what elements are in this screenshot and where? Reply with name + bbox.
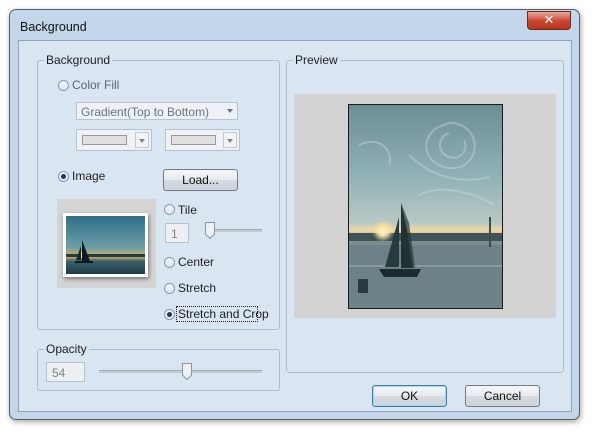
chevron-down-icon[interactable] (135, 132, 149, 148)
cancel-button[interactable]: Cancel (465, 385, 540, 407)
color-fill-radio[interactable] (58, 80, 69, 91)
sailboat-sunset-preview (349, 105, 502, 308)
center-radio[interactable] (164, 257, 175, 268)
preview-group-label: Preview (293, 53, 340, 67)
tile-radio[interactable] (164, 204, 175, 215)
stretch-radio[interactable] (164, 283, 175, 294)
background-group: Background (37, 53, 280, 330)
dialog-window: Background ✕ Background Color Fill Gradi… (9, 9, 580, 420)
tile-slider-thumb[interactable] (205, 222, 215, 239)
start-color-picker[interactable] (76, 129, 152, 151)
tile-count-input[interactable]: 1 (165, 223, 189, 243)
stretch-and-crop-label[interactable]: Stretch and Crop (178, 307, 269, 321)
stretch-and-crop-radio[interactable] (164, 309, 175, 320)
preview-canvas (294, 94, 556, 318)
sailboat-sunset-thumbnail (66, 216, 145, 274)
stretch-label[interactable]: Stretch (178, 281, 216, 295)
opacity-slider-track[interactable] (99, 370, 262, 373)
image-radio[interactable] (58, 171, 69, 182)
gradient-select[interactable]: Gradient(Top to Bottom) (76, 102, 238, 120)
center-label[interactable]: Center (178, 255, 214, 269)
chevron-down-icon (227, 109, 233, 113)
opacity-input[interactable]: 54 (46, 362, 85, 382)
close-button[interactable]: ✕ (527, 11, 571, 30)
window-title: Background (20, 20, 87, 34)
dialog-client-area: Background Color Fill Gradient(Top to Bo… (18, 40, 572, 412)
image-thumbnail-frame (57, 199, 156, 288)
background-group-label: Background (44, 53, 113, 67)
image-thumbnail (63, 213, 148, 277)
opacity-group-label: Opacity (44, 342, 89, 356)
color-fill-label[interactable]: Color Fill (72, 78, 119, 92)
preview-image (348, 104, 503, 309)
start-color-swatch (82, 135, 127, 145)
opacity-slider-thumb[interactable] (182, 363, 192, 380)
end-color-picker[interactable] (165, 129, 240, 151)
load-button[interactable]: Load... (163, 169, 238, 191)
end-color-swatch (171, 135, 216, 145)
ok-button[interactable]: OK (372, 385, 447, 407)
chevron-down-icon[interactable] (223, 132, 237, 148)
title-bar[interactable]: Background ✕ (10, 10, 579, 40)
tile-count-value: 1 (171, 227, 178, 241)
gradient-select-value: Gradient(Top to Bottom) (81, 105, 210, 119)
opacity-value: 54 (52, 366, 66, 380)
tile-label[interactable]: Tile (178, 203, 197, 217)
image-label[interactable]: Image (72, 169, 105, 183)
close-icon: ✕ (543, 13, 555, 28)
